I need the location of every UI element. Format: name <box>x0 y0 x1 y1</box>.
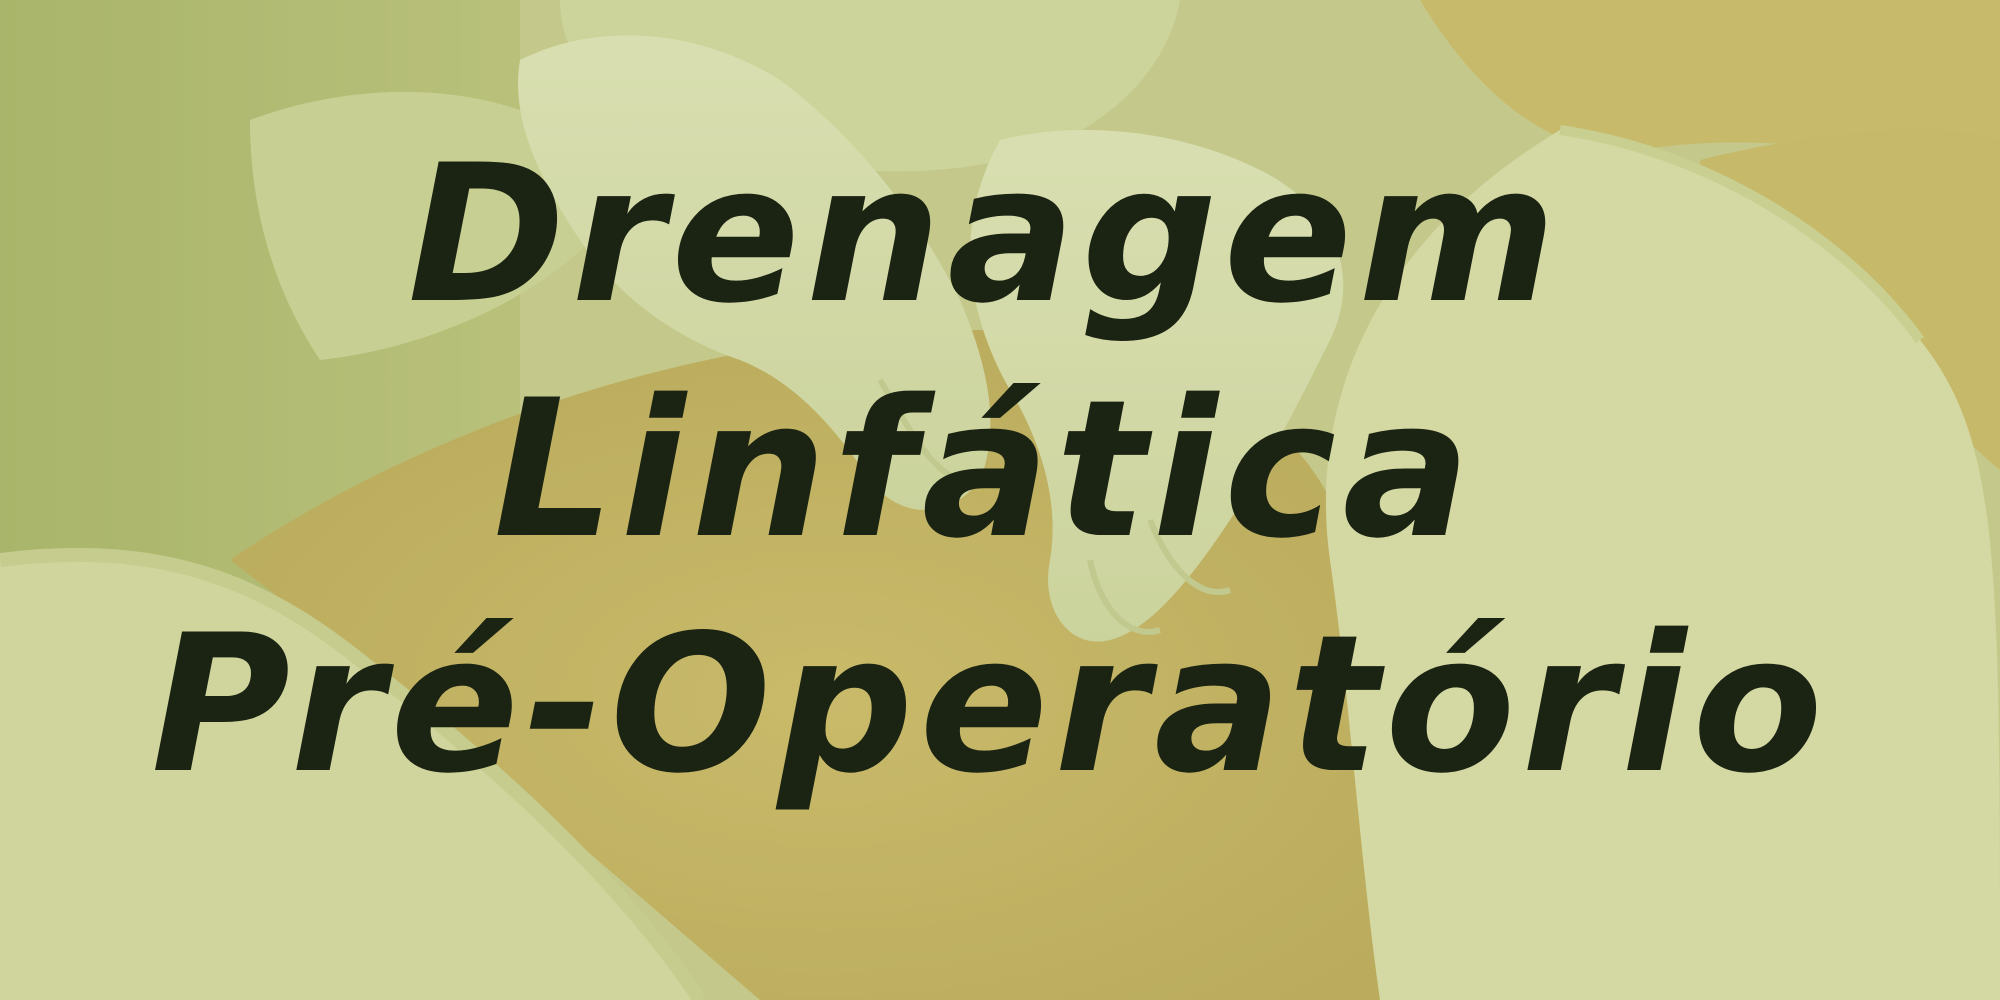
title-line-2: Linfática <box>493 359 1477 580</box>
page-title: Drenagem Linfática Pré-Operatório <box>0 0 2000 1000</box>
banner: Drenagem Linfática Pré-Operatório <box>0 0 2000 1000</box>
title-line-1: Drenagem <box>407 124 1563 345</box>
title-line-3: Pré-Operatório <box>151 594 1829 815</box>
